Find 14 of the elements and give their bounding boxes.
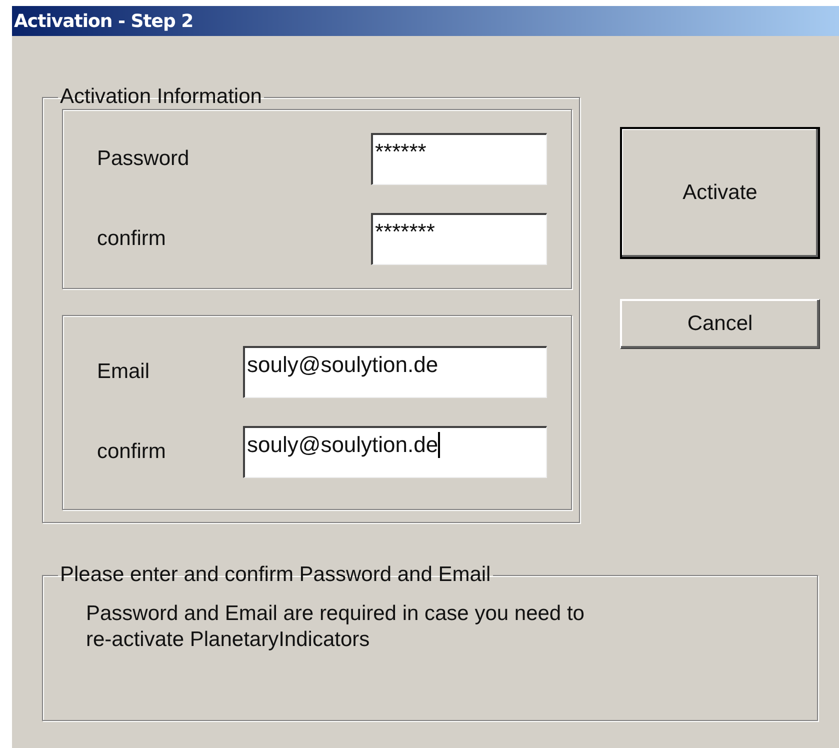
activate-button[interactable]: Activate xyxy=(620,127,820,259)
group-title: Activation Information xyxy=(59,85,263,109)
cancel-button[interactable]: Cancel xyxy=(620,299,820,349)
field-label: confirm xyxy=(96,440,167,464)
field-label: Password xyxy=(96,146,190,171)
window-title: Activation - Step 2 xyxy=(14,10,194,32)
input-field[interactable]: ****** xyxy=(371,132,547,185)
field-label: Email xyxy=(96,360,151,384)
field-label: confirm xyxy=(96,226,167,251)
hint-text: Password and Email are required in case you need to re-activate PlanetaryIndicators xyxy=(86,601,586,653)
input-field[interactable]: souly@soulytion.de xyxy=(243,426,547,478)
input-field[interactable]: ******* xyxy=(371,212,547,265)
input-field[interactable]: souly@soulytion.de xyxy=(243,346,547,398)
group-title: Please enter and confirm Password and Email xyxy=(59,563,492,587)
